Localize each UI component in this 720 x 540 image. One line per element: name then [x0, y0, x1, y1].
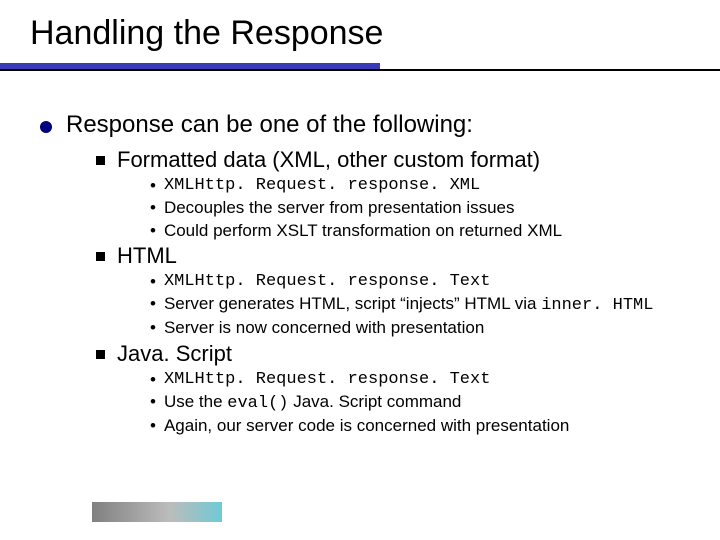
code-text: eval()	[227, 394, 288, 413]
level3-text: Server is now concerned with presentatio…	[164, 317, 484, 338]
slide-title: Handling the Response	[0, 0, 720, 53]
level3-text: Again, our server code is concerned with…	[164, 415, 569, 436]
code-text: XMLHttp. Request. response. Text	[164, 271, 490, 292]
level1-text: Response can be one of the following:	[66, 111, 473, 139]
text-fragment: Use the	[164, 392, 227, 411]
bullet-level3: • XMLHttp. Request. response. Text	[150, 369, 690, 390]
dot-bullet-icon: •	[150, 369, 156, 390]
dot-bullet-icon: •	[150, 391, 156, 412]
dot-bullet-icon: •	[150, 415, 156, 436]
level2-text: Java. Script	[117, 341, 232, 367]
code-text: XMLHttp. Request. response. XML	[164, 175, 480, 196]
divider-line	[0, 69, 720, 71]
slide-body: Response can be one of the following: Fo…	[0, 71, 720, 436]
bullet-level2: HTML	[96, 243, 690, 269]
code-text: inner. HTML	[541, 296, 653, 315]
dot-bullet-icon: •	[150, 317, 156, 338]
bullet-level3: • Use the eval() Java. Script command	[150, 391, 690, 414]
square-bullet-icon	[96, 156, 105, 165]
bullet-level3: • XMLHttp. Request. response. Text	[150, 271, 690, 292]
title-divider	[0, 63, 720, 71]
dot-bullet-icon: •	[150, 293, 156, 314]
text-fragment: Java. Script command	[288, 392, 461, 411]
level3-text: Use the eval() Java. Script command	[164, 391, 461, 414]
footer-accent-bar	[92, 502, 222, 522]
bullet-level3: • Again, our server code is concerned wi…	[150, 415, 690, 436]
square-bullet-icon	[96, 252, 105, 261]
bullet-level3: • XMLHttp. Request. response. XML	[150, 175, 690, 196]
bullet-level1: Response can be one of the following:	[40, 111, 690, 139]
text-fragment: Server generates HTML, script “injects” …	[164, 294, 541, 313]
bullet-level2: Java. Script	[96, 341, 690, 367]
dot-bullet-icon: •	[150, 175, 156, 196]
dot-bullet-icon: •	[150, 220, 156, 241]
level3-text: Could perform XSLT transformation on ret…	[164, 220, 562, 241]
code-text: XMLHttp. Request. response. Text	[164, 369, 490, 390]
bullet-level3: • Server generates HTML, script “injects…	[150, 293, 690, 316]
square-bullet-icon	[96, 350, 105, 359]
bullet-level3: • Server is now concerned with presentat…	[150, 317, 690, 338]
bullet-level3: • Could perform XSLT transformation on r…	[150, 220, 690, 241]
bullet-level2: Formatted data (XML, other custom format…	[96, 147, 690, 173]
level3-text: Decouples the server from presentation i…	[164, 197, 515, 218]
circle-bullet-icon	[40, 121, 52, 133]
bullet-level3: • Decouples the server from presentation…	[150, 197, 690, 218]
dot-bullet-icon: •	[150, 197, 156, 218]
level2-text: Formatted data (XML, other custom format…	[117, 147, 540, 173]
level3-text: Server generates HTML, script “injects” …	[164, 293, 653, 316]
dot-bullet-icon: •	[150, 271, 156, 292]
level2-text: HTML	[117, 243, 177, 269]
